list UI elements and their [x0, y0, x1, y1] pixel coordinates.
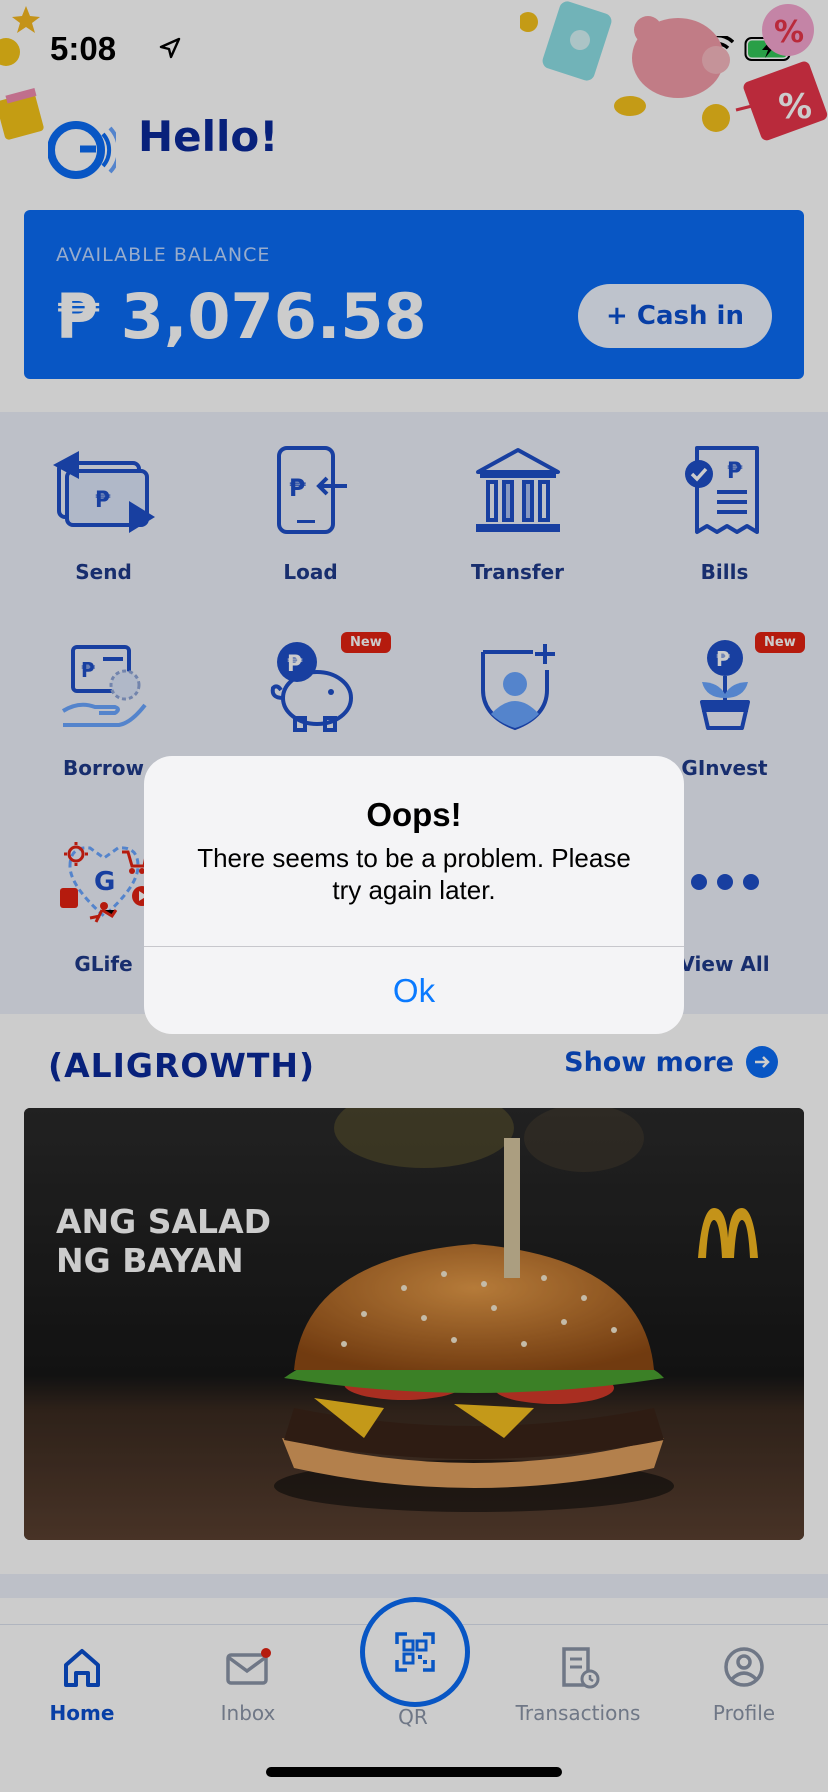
alert-message: There seems to be a problem. Please try … [197, 843, 631, 905]
error-alert-dialog: Oops! There seems to be a problem. Pleas… [144, 756, 684, 1034]
alert-ok-button[interactable]: Ok [144, 947, 684, 1034]
alert-title: Oops! [366, 796, 462, 833]
